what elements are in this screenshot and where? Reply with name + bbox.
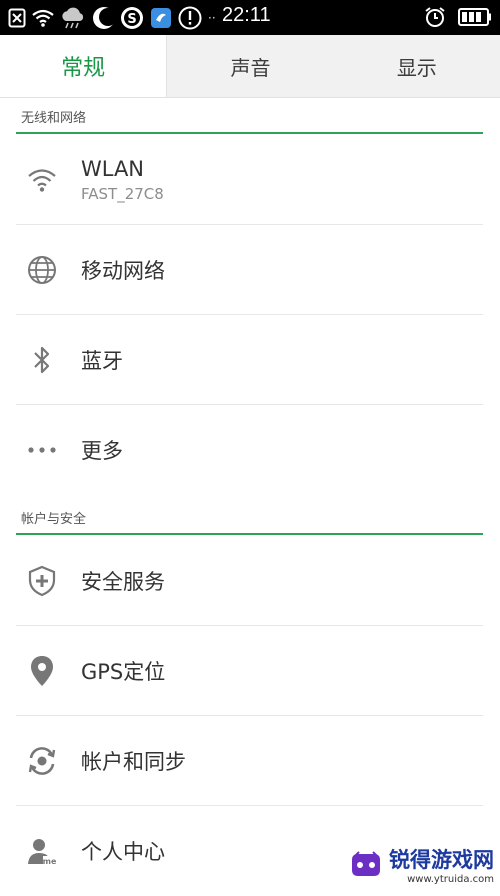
mobile-network-title: 移动网络 (81, 258, 165, 283)
site-watermark: 锐得游戏网 www.ytruida.com (349, 844, 494, 885)
watermark-name: 锐得游戏网 (389, 848, 494, 872)
shield-app-icon (150, 7, 172, 29)
tab-display[interactable]: 显示 (334, 35, 500, 97)
more-title: 更多 (81, 439, 123, 463)
more-dots-icon (24, 432, 60, 468)
tab-general[interactable]: 常规 (0, 35, 168, 97)
security-service-title: 安全服务 (81, 569, 165, 594)
location-pin-icon (24, 653, 60, 689)
wlan-network-name: FAST_27C8 (81, 184, 164, 203)
settings-item-more[interactable]: 更多 (16, 405, 483, 495)
bluetooth-title: 蓝牙 (81, 348, 123, 373)
status-right-icons (424, 6, 492, 28)
status-dash: ·· (208, 10, 216, 25)
gps-title: GPS定位 (81, 659, 166, 684)
section-header-wireless: 无线和网络 (16, 101, 483, 134)
alert-icon (178, 6, 202, 30)
tab-sound[interactable]: 声音 (167, 35, 333, 97)
bluetooth-icon (24, 342, 60, 378)
alarm-icon (424, 6, 446, 28)
personal-center-title: 个人中心 (81, 840, 165, 864)
person-me-icon: me (24, 833, 60, 869)
sync-icon (24, 743, 60, 779)
moon-icon (92, 6, 114, 30)
settings-tabs: 常规 声音 显示 (0, 35, 500, 98)
battery-icon (458, 7, 492, 27)
settings-item-security-service[interactable]: 安全服务 (16, 536, 483, 626)
settings-item-bluetooth[interactable]: 蓝牙 (16, 315, 483, 405)
settings-item-account-sync[interactable]: 帐户和同步 (16, 716, 483, 806)
svg-text:S: S (127, 12, 136, 27)
watermark-logo-icon (352, 850, 380, 876)
settings-item-gps[interactable]: GPS定位 (16, 626, 483, 716)
cloud-rain-icon (60, 7, 86, 29)
watermark-url: www.ytruida.com (407, 874, 494, 885)
account-sync-title: 帐户和同步 (81, 749, 186, 774)
close-box-icon (8, 8, 26, 28)
s-icon: S (120, 6, 144, 30)
shield-plus-icon (24, 563, 60, 599)
status-time: 22:11 (222, 4, 271, 26)
wifi-icon (24, 162, 60, 198)
globe-icon (24, 252, 60, 288)
settings-item-mobile-network[interactable]: 移动网络 (16, 225, 483, 315)
wlan-title: WLAN (81, 156, 145, 181)
wifi-icon (32, 9, 54, 27)
svg-text:me: me (43, 857, 57, 866)
settings-item-wlan[interactable]: WLAN FAST_27C8 (16, 135, 483, 225)
status-bar: S ·· 22:11 (0, 0, 500, 35)
section-header-account-security: 帐户与安全 (16, 502, 483, 535)
status-left-icons: S ·· (8, 5, 216, 30)
